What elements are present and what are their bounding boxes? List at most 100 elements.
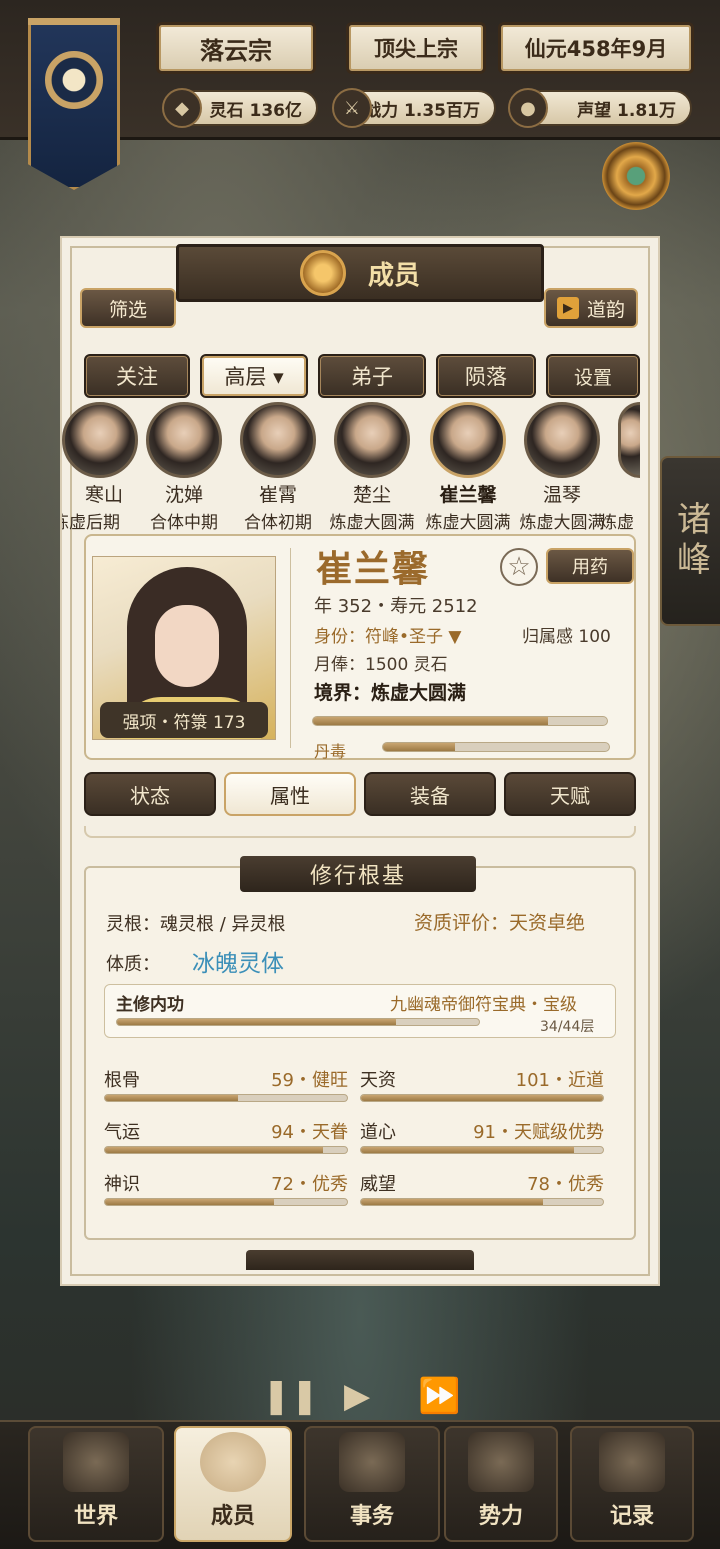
sect-rank-plaque[interactable]: 顶尖上宗 bbox=[346, 22, 486, 74]
spirit-stone-stat[interactable]: ◆ 灵石 136亿 bbox=[162, 88, 318, 128]
realm-progress-bar bbox=[312, 716, 608, 726]
technique-progress-fill bbox=[117, 1019, 396, 1025]
member-avatar-selected[interactable] bbox=[430, 402, 506, 478]
attribute-name: 根骨 bbox=[104, 1070, 140, 1091]
nav-affairs[interactable]: 事务 bbox=[304, 1426, 440, 1542]
panel-title: 成员 bbox=[367, 260, 420, 291]
age-line: 年 352・寿元 2512 bbox=[314, 596, 478, 617]
side-tab-peaks[interactable]: 诸峰 bbox=[660, 456, 720, 626]
world-icon bbox=[63, 1432, 129, 1492]
tab-settings[interactable]: 设置 bbox=[546, 354, 640, 398]
attribute-value: 78・优秀 bbox=[527, 1174, 604, 1195]
prestige-stat[interactable]: ● 声望 1.81万 bbox=[508, 88, 692, 128]
nav-label: 世界 bbox=[73, 1504, 118, 1529]
nav-faction[interactable]: 势力 bbox=[444, 1426, 558, 1542]
attribute-bar-fill bbox=[361, 1147, 574, 1153]
attribute-bar bbox=[104, 1198, 348, 1206]
technique-name: 九幽魂帝御符宝典・宝级 bbox=[390, 995, 577, 1015]
nav-record[interactable]: 记录 bbox=[570, 1426, 694, 1542]
filter-button[interactable]: 筛选 bbox=[80, 288, 176, 328]
member-avatar[interactable] bbox=[524, 402, 600, 478]
nav-world[interactable]: 世界 bbox=[28, 1426, 164, 1542]
member-realm: 合体中期 bbox=[150, 513, 218, 532]
technique-progress-bar bbox=[116, 1018, 480, 1026]
member-realm: 炼虚大圆满 bbox=[329, 513, 415, 532]
technique-label: 主修内功 bbox=[116, 995, 184, 1015]
affairs-icon bbox=[339, 1432, 405, 1492]
physique-value[interactable]: 冰魄灵体 bbox=[192, 944, 284, 978]
use-medicine-button[interactable]: 用药 bbox=[546, 548, 634, 584]
divider bbox=[290, 548, 291, 748]
fast-forward-icon[interactable]: ⏩ bbox=[418, 1376, 460, 1416]
member-avatar[interactable] bbox=[146, 402, 222, 478]
section-title: 修行根基 bbox=[240, 856, 476, 892]
prestige-label: 声望 1.81万 bbox=[577, 100, 676, 121]
realm-progress-fill bbox=[313, 717, 549, 725]
attribute-bar-fill bbox=[361, 1199, 543, 1205]
attribute-name: 道心 bbox=[360, 1122, 396, 1143]
tab-disciple[interactable]: 弟子 bbox=[318, 354, 426, 398]
attribute-value: 91・天赋级优势 bbox=[473, 1122, 604, 1143]
nav-label: 势力 bbox=[478, 1504, 523, 1529]
attribute-bar bbox=[104, 1094, 348, 1102]
subtab-attributes[interactable]: 属性 bbox=[224, 772, 356, 816]
salary-value: 月俸：1500 灵石 bbox=[314, 655, 448, 675]
spirit-stone-icon: ◆ bbox=[162, 88, 202, 128]
attribute-value: 101・近道 bbox=[515, 1070, 604, 1091]
nav-members[interactable]: 成员 bbox=[174, 1426, 292, 1542]
member-avatar[interactable] bbox=[334, 402, 410, 478]
attribute-name: 天资 bbox=[360, 1070, 396, 1091]
nav-label: 成员 bbox=[210, 1504, 255, 1529]
daoyun-button[interactable]: ▶ 道韵 bbox=[544, 288, 638, 328]
member-avatar[interactable] bbox=[62, 402, 138, 478]
attribute-bar bbox=[360, 1198, 604, 1206]
attribute-name: 气运 bbox=[104, 1122, 140, 1143]
member-realm: 合体初期 bbox=[244, 513, 312, 532]
record-icon bbox=[599, 1432, 665, 1492]
star-icon[interactable]: ☆ bbox=[500, 548, 538, 586]
attribute-bar bbox=[360, 1094, 604, 1102]
poison-progress-fill bbox=[383, 743, 456, 751]
subtab-status[interactable]: 状态 bbox=[84, 772, 216, 816]
member-realm: 炼虚大圆满 bbox=[425, 513, 511, 532]
member-avatar[interactable] bbox=[240, 402, 316, 478]
realm-value: 境界：炼虚大圆满 bbox=[314, 682, 467, 704]
member-avatar[interactable] bbox=[618, 402, 640, 478]
daoyun-label: 道韵 bbox=[586, 298, 625, 321]
subtab-talent[interactable]: 天赋 bbox=[504, 772, 636, 816]
aptitude-rating: 资质评价：天资卓绝 bbox=[414, 912, 586, 934]
power-label: 战力 1.35百万 bbox=[364, 100, 480, 121]
member-emblem-icon bbox=[299, 250, 346, 296]
attribute-name: 神识 bbox=[104, 1174, 140, 1195]
poison-label: 丹毒 bbox=[314, 742, 347, 761]
tab-fallen[interactable]: 陨落 bbox=[436, 354, 536, 398]
tab-senior[interactable]: 高层 ▾ bbox=[200, 354, 308, 398]
attribute-name: 威望 bbox=[360, 1174, 396, 1195]
attribute-value: 94・天眷 bbox=[271, 1122, 348, 1143]
play-icon[interactable]: ▶ bbox=[344, 1376, 370, 1416]
next-section-title bbox=[246, 1250, 474, 1270]
power-stat[interactable]: ⚔ 战力 1.35百万 bbox=[332, 88, 496, 128]
pause-icon[interactable]: ❚❚ bbox=[262, 1376, 319, 1416]
attribute-value: 72・优秀 bbox=[271, 1174, 348, 1195]
attribute-bar-fill bbox=[105, 1147, 323, 1153]
attribute-value: 59・健旺 bbox=[271, 1070, 348, 1091]
faction-icon bbox=[468, 1432, 534, 1492]
identity-dropdown[interactable]: 身份：符峰•圣子 ▼ bbox=[314, 622, 462, 647]
physique-label: 体质： bbox=[106, 954, 160, 975]
sword-icon: ⚔ bbox=[332, 88, 372, 128]
subtab-equipment[interactable]: 装备 bbox=[364, 772, 496, 816]
sect-name-plaque[interactable]: 落云宗 bbox=[156, 22, 316, 74]
nav-label: 事务 bbox=[349, 1504, 394, 1529]
attribute-bar-fill bbox=[105, 1095, 239, 1101]
settings-gear-icon[interactable] bbox=[602, 142, 670, 210]
member-detail-name: 崔兰馨 bbox=[316, 549, 431, 590]
member-realm-strip: 炼虚后期 合体中期 合体初期 炼虚大圆满 炼虚大圆满 炼虚大圆满 炼虚 bbox=[62, 500, 644, 532]
attribute-bar bbox=[360, 1146, 604, 1154]
prestige-icon: ● bbox=[508, 88, 548, 128]
member-icon bbox=[200, 1432, 266, 1492]
sect-banner-icon[interactable] bbox=[28, 18, 120, 190]
panel-header: 成员 bbox=[176, 244, 544, 302]
tab-follow[interactable]: 关注 bbox=[84, 354, 190, 398]
member-realm: 炼虚后期 bbox=[62, 513, 120, 532]
